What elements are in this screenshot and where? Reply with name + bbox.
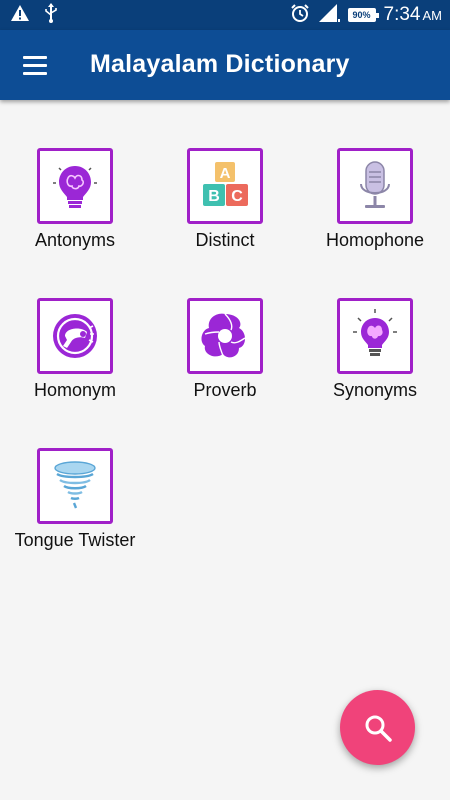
category-label: Proverb xyxy=(193,380,257,400)
category-icon-box xyxy=(37,448,113,524)
lightbulb-icon xyxy=(353,309,397,356)
microphone-icon xyxy=(360,161,390,208)
usb-icon xyxy=(44,2,58,28)
clock-time: 7:34 xyxy=(383,4,421,25)
category-icon-box xyxy=(337,148,413,224)
category-icon-box xyxy=(337,298,413,374)
category-icon-box xyxy=(187,298,263,374)
svg-text:C: C xyxy=(231,188,243,205)
category-label: Synonyms xyxy=(332,380,418,400)
battery-level: 90% xyxy=(352,10,371,20)
page-title: Malayalam Dictionary xyxy=(90,50,350,78)
menu-icon-bar xyxy=(23,63,47,67)
svg-text:A: A xyxy=(220,165,231,182)
category-proverb[interactable]: Proverb xyxy=(150,298,300,428)
clock: 7:34 AM xyxy=(384,4,442,26)
category-antonyms[interactable]: Antonyms xyxy=(0,148,150,278)
app-bar: Malayalam Dictionary xyxy=(0,30,450,100)
status-bar: 90% 7:34 AM xyxy=(0,0,450,30)
signal-icon xyxy=(318,3,340,28)
category-icon-box xyxy=(37,298,113,374)
tornado-icon xyxy=(54,461,96,509)
category-synonyms[interactable]: Synonyms xyxy=(300,298,450,428)
category-tongue-twister[interactable]: Tongue Twister xyxy=(0,448,150,578)
category-homonym[interactable]: Homonym xyxy=(0,298,150,428)
category-icon-box xyxy=(37,148,113,224)
category-label: Distinct xyxy=(195,230,255,250)
menu-icon xyxy=(23,55,47,59)
svg-text:B: B xyxy=(208,188,220,205)
search-fab[interactable] xyxy=(340,690,415,765)
category-label: Antonyms xyxy=(34,230,116,250)
warning-icon xyxy=(10,4,30,27)
category-icon-box: A B C xyxy=(187,148,263,224)
abc-blocks-icon: A B C xyxy=(203,162,248,206)
spiral-icon xyxy=(201,313,246,358)
hair-dryer-icon xyxy=(53,314,97,358)
menu-icon-bar xyxy=(23,71,47,75)
lightbulb-brain-icon xyxy=(53,166,97,208)
alarm-icon xyxy=(290,3,310,28)
category-label: Homonym xyxy=(33,380,117,400)
battery-icon: 90% xyxy=(347,8,379,22)
search-icon xyxy=(365,715,392,742)
clock-ampm: AM xyxy=(422,8,443,23)
menu-button[interactable] xyxy=(16,50,54,80)
category-label: Homophone xyxy=(325,230,425,250)
category-homophone[interactable]: Homophone xyxy=(300,148,450,278)
category-distinct[interactable]: A B C Distinct xyxy=(150,148,300,278)
category-label: Tongue Twister xyxy=(14,530,136,550)
